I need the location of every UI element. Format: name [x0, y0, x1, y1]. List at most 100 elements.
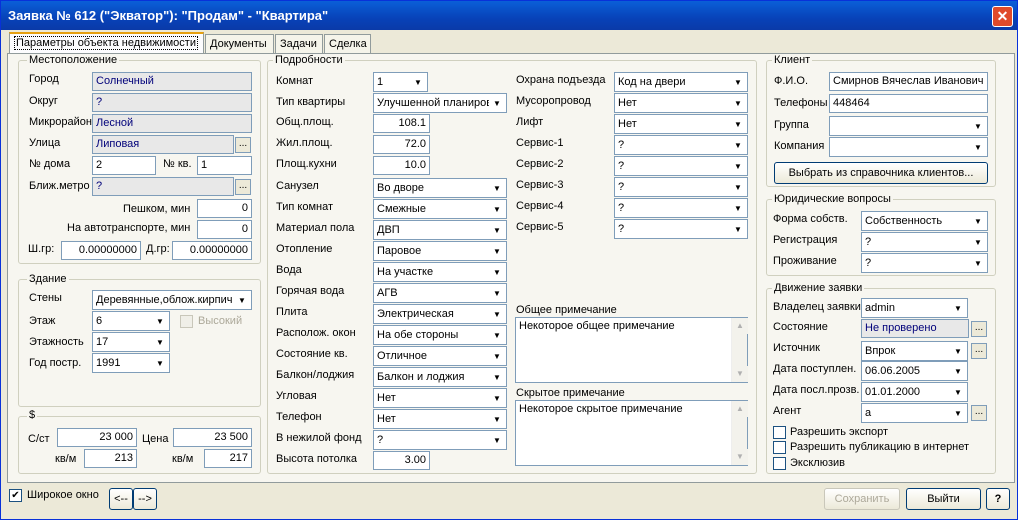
- service4-select[interactable]: ?: [614, 198, 748, 218]
- tab-tasks[interactable]: Задачи: [275, 34, 323, 53]
- hotwater-select[interactable]: АГВ: [373, 283, 507, 303]
- water-select[interactable]: На участке: [373, 262, 507, 282]
- roomtype-select[interactable]: Смежные: [373, 199, 507, 219]
- kitchen-area-field[interactable]: 10.0: [373, 156, 430, 175]
- chute-select[interactable]: Нет: [614, 93, 748, 113]
- metro-field[interactable]: ?: [92, 177, 234, 196]
- publish-checkbox[interactable]: [773, 441, 786, 454]
- year-select[interactable]: 1991: [92, 353, 170, 373]
- received-date-picker[interactable]: 06.06.2005: [861, 361, 968, 381]
- wide-window-checkbox[interactable]: ✔: [9, 489, 22, 502]
- windows-select[interactable]: На обе стороны: [373, 325, 507, 345]
- exclusive-checkbox[interactable]: [773, 457, 786, 470]
- lat-field[interactable]: 0.00000000: [61, 241, 141, 260]
- state-browse-button[interactable]: ...: [971, 321, 987, 337]
- type-select[interactable]: Улучшенной планиров: [373, 93, 507, 113]
- guard-select[interactable]: Код на двери: [614, 72, 748, 92]
- street-browse-button[interactable]: ...: [235, 137, 251, 153]
- next-button[interactable]: -->: [133, 488, 157, 510]
- city-field[interactable]: Солнечный: [92, 72, 252, 91]
- tab-params[interactable]: Параметры объекта недвижимости: [9, 32, 204, 54]
- note-scrollbar[interactable]: ▲ ▼: [731, 318, 748, 382]
- transport-field[interactable]: 0: [197, 220, 252, 239]
- source-select[interactable]: Впрок: [861, 341, 968, 361]
- phone-select[interactable]: Нет: [373, 409, 507, 429]
- state-field[interactable]: Не проверено: [861, 319, 969, 338]
- service5-select[interactable]: ?: [614, 219, 748, 239]
- prev-button[interactable]: <--: [109, 488, 133, 510]
- nonres-value: ?: [377, 434, 384, 446]
- district-label: Округ: [29, 95, 58, 107]
- chevron-down-icon: [489, 327, 505, 343]
- ownership-value: Собственность: [865, 215, 943, 227]
- nonres-select[interactable]: ?: [373, 430, 507, 450]
- total-area-field[interactable]: 108.1: [373, 114, 430, 133]
- hidden-note-textarea[interactable]: Некоторое скрытое примечание ▲ ▼: [515, 400, 748, 466]
- sqm2-field[interactable]: 217: [204, 449, 252, 468]
- pick-client-button[interactable]: Выбрать из справочника клиентов...: [774, 162, 988, 184]
- note-textarea[interactable]: Некоторое общее примечание ▲ ▼: [515, 317, 748, 383]
- microdistrict-field[interactable]: Лесной: [92, 114, 252, 133]
- agent-select[interactable]: a: [861, 403, 968, 423]
- close-button[interactable]: ✕: [992, 6, 1013, 27]
- ceiling-field[interactable]: 3.00: [373, 451, 430, 470]
- district-field[interactable]: ?: [92, 93, 252, 112]
- agent-browse-button[interactable]: ...: [971, 405, 987, 421]
- exit-button[interactable]: Выйти: [906, 488, 981, 510]
- metro-browse-button[interactable]: ...: [235, 179, 251, 195]
- rooms-select[interactable]: 1: [373, 72, 428, 92]
- scroll-up-icon[interactable]: ▲: [732, 318, 748, 334]
- lon-field[interactable]: 0.00000000: [172, 241, 252, 260]
- tab-documents[interactable]: Документы: [205, 34, 274, 53]
- state-label: Состояние: [773, 321, 828, 333]
- service3-select[interactable]: ?: [614, 177, 748, 197]
- sqm1-field[interactable]: 213: [84, 449, 137, 468]
- registration-select[interactable]: ?: [861, 232, 988, 252]
- walls-select[interactable]: Деревянные,облож.кирпич: [92, 290, 252, 310]
- service1-select[interactable]: ?: [614, 135, 748, 155]
- living-area-field[interactable]: 72.0: [373, 135, 430, 154]
- scroll-up-icon[interactable]: ▲: [732, 401, 748, 417]
- corner-select[interactable]: Нет: [373, 388, 507, 408]
- heating-select[interactable]: Паровое: [373, 241, 507, 261]
- client-group-label: Группа: [774, 119, 809, 131]
- walk-field[interactable]: 0: [197, 199, 252, 218]
- client-company-select[interactable]: [829, 137, 988, 157]
- balcony-select[interactable]: Балкон и лоджия: [373, 367, 507, 387]
- floormat-select[interactable]: ДВП: [373, 220, 507, 240]
- price-field[interactable]: 23 500: [173, 428, 252, 447]
- hidden-note-scrollbar[interactable]: ▲ ▼: [731, 401, 748, 465]
- chevron-down-icon: [970, 139, 986, 155]
- floor-select[interactable]: 6: [92, 311, 170, 331]
- client-name-field[interactable]: Смирнов Вячеслав Иванович: [829, 72, 988, 91]
- stove-select[interactable]: Электрическая: [373, 304, 507, 324]
- house-field[interactable]: 2: [92, 156, 156, 175]
- apt-label: № кв.: [163, 158, 192, 170]
- balcony-label: Балкон/лоджия: [276, 369, 355, 381]
- hotwater-value: АГВ: [377, 287, 398, 299]
- bath-select[interactable]: Во дворе: [373, 178, 507, 198]
- cost-field[interactable]: 23 000: [57, 428, 137, 447]
- street-field[interactable]: Липовая: [92, 135, 234, 154]
- residence-select[interactable]: ?: [861, 253, 988, 273]
- apt-field[interactable]: 1: [197, 156, 252, 175]
- tall-checkbox[interactable]: [180, 315, 193, 328]
- lift-select[interactable]: Нет: [614, 114, 748, 134]
- tab-deal[interactable]: Сделка: [324, 34, 371, 53]
- client-phones-field[interactable]: 448464: [829, 94, 988, 113]
- owner-select[interactable]: admin: [861, 298, 968, 318]
- help-button[interactable]: ?: [986, 488, 1010, 510]
- client-group-select[interactable]: [829, 116, 988, 136]
- condition-select[interactable]: Отличное: [373, 346, 507, 366]
- floor-label: Этаж: [29, 315, 56, 327]
- last-call-picker[interactable]: 01.01.2000: [861, 382, 968, 402]
- source-browse-button[interactable]: ...: [971, 343, 987, 359]
- scroll-down-icon[interactable]: ▼: [732, 366, 748, 382]
- ownership-select[interactable]: Собственность: [861, 211, 988, 231]
- scroll-down-icon[interactable]: ▼: [732, 449, 748, 465]
- floors-select[interactable]: 17: [92, 332, 170, 352]
- export-checkbox[interactable]: [773, 426, 786, 439]
- save-button[interactable]: Сохранить: [824, 488, 900, 510]
- title-bar[interactable]: Заявка № 612 ("Экватор"): "Продам" - "Кв…: [1, 1, 1017, 30]
- service2-select[interactable]: ?: [614, 156, 748, 176]
